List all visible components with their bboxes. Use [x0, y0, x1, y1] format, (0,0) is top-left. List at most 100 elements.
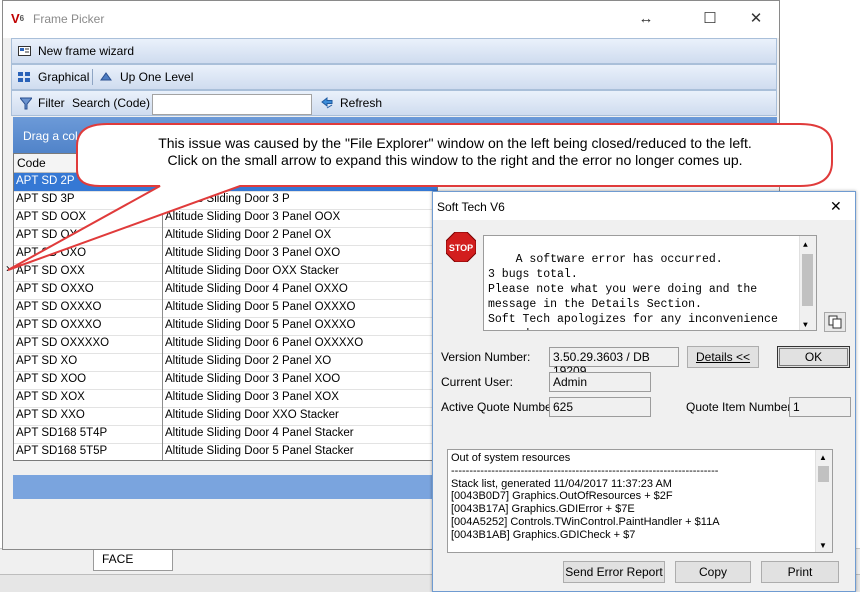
column-separator — [162, 299, 163, 317]
face-tab[interactable]: FACE — [93, 549, 173, 571]
frame-picker-titlebar: V6 Frame Picker ↔ ☐ ✕ — [3, 1, 779, 38]
column-separator — [162, 389, 163, 407]
cell-description: Altitude Sliding Door 3 Panel XOX — [165, 391, 339, 403]
new-frame-wizard-button[interactable]: New frame wizard — [38, 44, 134, 58]
app-logo-icon: V6 — [11, 11, 25, 26]
trace-line: [004A5252] Controls.TWinControl.PaintHan… — [451, 515, 720, 528]
table-row[interactable]: APT SD XO Altitude Sliding Door 2 Panel X… — [14, 353, 437, 372]
maximize-button[interactable]: ☐ — [695, 10, 725, 30]
table-row[interactable]: APT SD OXXO Altitude Sliding Door 4 Panel… — [14, 281, 437, 300]
callout-text: This issue was caused by the "File Explo… — [90, 135, 820, 169]
column-separator — [162, 335, 163, 353]
quote-label: Active Quote Number: — [441, 400, 560, 414]
dialog-titlebar: Soft Tech V6 ✕ — [433, 192, 855, 220]
user-field: Admin — [549, 372, 651, 392]
table-row[interactable]: APT SD168 5T4P Altitude Sliding Door 4 Pa… — [14, 425, 437, 444]
graphical-icon — [18, 71, 32, 83]
column-separator — [162, 317, 163, 335]
wizard-icon — [18, 45, 32, 57]
graphical-button[interactable]: Graphical — [38, 70, 89, 84]
cell-code: APT SD OXXO — [16, 283, 94, 295]
ok-button[interactable]: OK — [777, 346, 850, 368]
trace-line: Stack list, generated 11/04/2017 11:37:2… — [451, 477, 672, 490]
trace-line: [0043B1AB] Graphics.GDICheck + $7 — [451, 528, 636, 541]
table-row[interactable]: APT SD OXXXO Altitude Sliding Door 5 Pane… — [14, 317, 437, 336]
filter-button[interactable]: Filter — [38, 96, 65, 110]
cell-description: Altitude Sliding Door 4 Panel Stacker — [165, 427, 354, 439]
column-separator — [162, 353, 163, 371]
cell-code: APT SD168 5T4P — [16, 427, 108, 439]
cell-description: Altitude Sliding Door 2 Panel XO — [165, 355, 332, 367]
details-button[interactable]: Details << — [687, 346, 759, 368]
cell-code: APT SD OXXXO — [16, 301, 102, 313]
trace-scroll-thumb[interactable] — [818, 466, 829, 482]
trace-line: Out of system resources — [451, 452, 571, 464]
stop-icon: STOP — [446, 232, 476, 262]
dialog-title: Soft Tech V6 — [437, 200, 505, 214]
search-label: Search (Code) — [72, 96, 151, 110]
copy-message-button[interactable] — [824, 312, 846, 332]
column-separator — [162, 425, 163, 443]
close-button[interactable]: ✕ — [741, 10, 771, 30]
toolbar-separator — [92, 69, 93, 85]
table-row[interactable]: APT SD XXO Altitude Sliding Door XXO Stac… — [14, 407, 437, 426]
send-error-report-button[interactable]: Send Error Report — [563, 561, 665, 583]
cell-description: Altitude Sliding Door 5 Panel OXXXO — [165, 301, 356, 313]
toolbar-view: Graphical Up One Level — [11, 64, 777, 90]
scroll-thumb[interactable] — [802, 254, 813, 306]
trace-line: [0043B17A] Graphics.GDIError + $7E — [451, 503, 635, 516]
callout-line-1: This issue was caused by the "File Explo… — [158, 135, 752, 151]
cell-description: Altitude Sliding Door 4 Panel OXXO — [165, 283, 348, 295]
trace-scrollbar[interactable]: ▲ ▼ — [815, 450, 832, 552]
window-title: Frame Picker — [33, 12, 105, 26]
print-button[interactable]: Print — [761, 561, 839, 583]
refresh-icon — [320, 96, 334, 110]
cell-description: Altitude Sliding Door 5 Panel OXXXO — [165, 319, 356, 331]
quote-field: 625 — [549, 397, 651, 417]
cell-description: Altitude Sliding Door 6 Panel OXXXXO — [165, 337, 364, 349]
dialog-close-icon[interactable]: ✕ — [830, 198, 842, 215]
svg-text:STOP: STOP — [449, 243, 473, 253]
cell-code: APT SD OXXXXO — [16, 337, 110, 349]
up-one-level-button[interactable]: Up One Level — [120, 70, 193, 84]
trace-line: ----------------------------------------… — [451, 464, 719, 477]
toolbar-wizard: New frame wizard — [11, 38, 777, 64]
user-label: Current User: — [441, 375, 514, 389]
cell-description: Altitude Sliding Door 3 Panel XOO — [165, 373, 341, 385]
column-separator — [162, 281, 163, 299]
copy-icon — [828, 315, 842, 329]
callout-line-2: Click on the small arrow to expand this … — [167, 152, 743, 168]
message-scrollbar[interactable]: ▲ ▼ — [799, 236, 816, 330]
copy-button[interactable]: Copy — [675, 561, 751, 583]
error-dialog: Soft Tech V6 ✕ STOP A software error has… — [432, 191, 856, 592]
stack-trace-box: Out of system resources -----------------… — [447, 449, 833, 553]
quote-item-field: 1 — [789, 397, 851, 417]
cell-code: APT SD XOX — [16, 391, 85, 403]
table-row[interactable]: APT SD168 5T5P Altitude Sliding Door 5 Pa… — [14, 443, 437, 460]
column-separator — [162, 371, 163, 389]
cell-code: APT SD XXO — [16, 409, 85, 421]
column-separator — [162, 443, 163, 460]
version-field: 3.50.29.3603 / DB 19209 — [549, 347, 679, 378]
column-separator — [162, 407, 163, 425]
cell-code: APT SD168 5T5P — [16, 445, 108, 457]
quote-item-label: Quote Item Number: — [686, 400, 795, 414]
cell-code: APT SD OXXXO — [16, 319, 102, 331]
table-row[interactable]: APT SD XOX Altitude Sliding Door 3 Panel … — [14, 389, 437, 408]
cell-description: Altitude Sliding Door XXO Stacker — [165, 409, 339, 421]
cell-code: APT SD XO — [16, 355, 78, 367]
refresh-button[interactable]: Refresh — [340, 96, 382, 110]
cell-code: APT SD XOO — [16, 373, 87, 385]
resize-icon[interactable]: ↔ — [631, 10, 661, 30]
up-arrow-icon — [100, 71, 112, 83]
scroll-down-icon[interactable]: ▼ — [803, 318, 808, 330]
filter-icon — [18, 97, 34, 110]
table-row[interactable]: APT SD OXXXO Altitude Sliding Door 5 Pane… — [14, 299, 437, 318]
trace-scroll-down-icon[interactable]: ▼ — [819, 540, 827, 552]
table-row[interactable]: APT SD XOO Altitude Sliding Door 3 Panel … — [14, 371, 437, 390]
trace-scroll-up-icon[interactable]: ▲ — [819, 452, 827, 465]
table-row[interactable]: APT SD OXXXXO Altitude Sliding Door 6 Pan… — [14, 335, 437, 354]
trace-line: [0043B0D7] Graphics.OutOfResources + $2F — [451, 490, 673, 503]
error-message-box: A software error has occurred. 3 bugs to… — [483, 235, 817, 331]
scroll-up-icon[interactable]: ▲ — [803, 238, 808, 253]
